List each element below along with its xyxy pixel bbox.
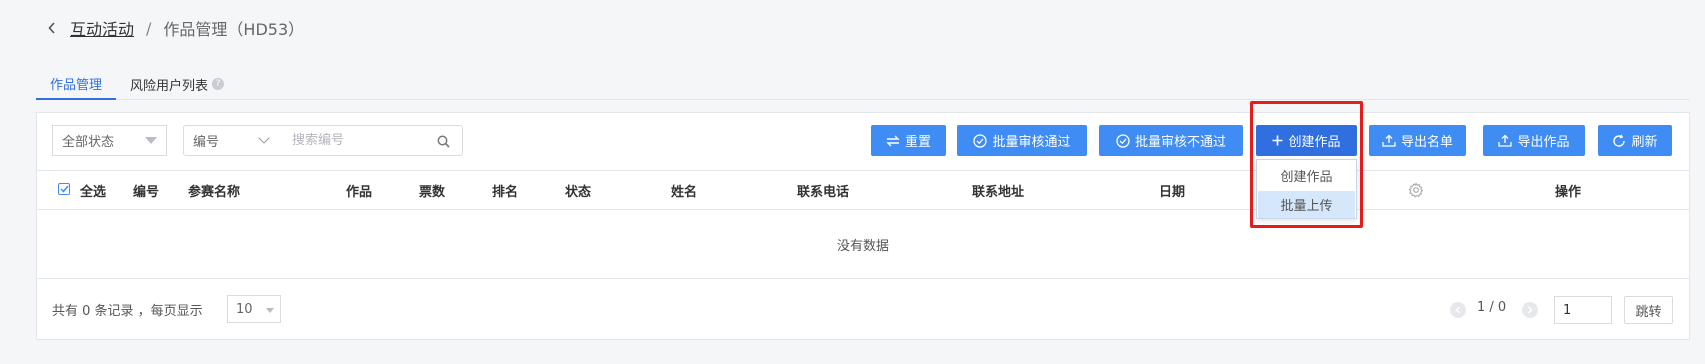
column-header-status: 状态 <box>565 185 592 200</box>
status-select[interactable]: 全部状态 <box>52 125 167 156</box>
breadcrumb-separator: / <box>146 18 152 38</box>
export-list-button[interactable]: 导出名单 <box>1369 125 1466 156</box>
column-header-number: 编号 <box>133 185 160 200</box>
tab-label: 作品管理 <box>50 77 103 93</box>
breadcrumb-current: 作品管理（HD53） <box>163 20 305 39</box>
gear-icon[interactable] <box>1408 182 1424 198</box>
column-header-name: 姓名 <box>671 185 698 200</box>
tab-works-management[interactable]: 作品管理 <box>36 68 117 100</box>
search-field-value: 编号 <box>193 135 220 150</box>
column-header-actions: 操作 <box>1555 185 1582 200</box>
chevron-down-icon <box>258 132 270 144</box>
column-header-work: 作品 <box>346 185 373 200</box>
column-header-entry-name: 参赛名称 <box>188 185 241 200</box>
refresh-button[interactable]: 刷新 <box>1598 125 1672 156</box>
tab-risk-users[interactable]: 风险用户列表 ? <box>116 68 238 100</box>
select-all-checkbox[interactable] <box>58 183 70 195</box>
reset-button-label: 重置 <box>904 135 931 150</box>
batch-reject-button[interactable]: 批量审核不通过 <box>1099 125 1243 156</box>
batch-reject-label: 批量审核不通过 <box>1134 135 1226 150</box>
caret-down-icon <box>266 308 274 313</box>
page-size-value: 10 <box>236 301 253 317</box>
reset-button[interactable]: 重置 <box>871 125 946 156</box>
table-header <box>37 170 1689 210</box>
check-circle-icon <box>1116 133 1130 148</box>
refresh-icon <box>1613 133 1626 147</box>
jump-page-input[interactable] <box>1554 296 1612 324</box>
tab-label: 风险用户列表 <box>130 78 209 94</box>
batch-approve-button[interactable]: 批量审核通过 <box>957 125 1087 156</box>
check-circle-icon <box>973 133 988 148</box>
upload-icon <box>1498 134 1513 147</box>
select-all-label[interactable]: 全选 <box>80 181 106 200</box>
total-records-text: 共有 0 条记录 ，每页显示 <box>52 304 203 319</box>
search-input[interactable] <box>292 133 432 148</box>
page-info: 1 / 0 <box>1477 300 1507 315</box>
search-field-select[interactable]: 编号 <box>183 125 283 156</box>
batch-approve-label: 批量审核通过 <box>992 135 1071 150</box>
column-header-rank: 排名 <box>492 185 519 200</box>
next-page-icon[interactable] <box>1522 302 1538 318</box>
page-size-select[interactable]: 10 <box>227 295 281 323</box>
check-icon <box>59 185 69 193</box>
column-header-date: 日期 <box>1159 185 1186 200</box>
caret-down-icon <box>145 137 157 144</box>
export-list-label: 导出名单 <box>1400 135 1453 150</box>
breadcrumb: 互动活动 / 作品管理（HD53） <box>48 16 304 40</box>
prev-page-icon[interactable] <box>1450 302 1466 318</box>
column-header-phone: 联系电话 <box>797 185 850 200</box>
export-works-label: 导出作品 <box>1517 135 1570 150</box>
tab-bar: 作品管理 风险用户列表 ? <box>36 68 1690 100</box>
status-select-value: 全部状态 <box>62 135 115 150</box>
highlight-box <box>1250 101 1363 228</box>
breadcrumb-parent-link[interactable]: 互动活动 <box>70 16 134 40</box>
jump-button[interactable]: 跳转 <box>1624 296 1673 324</box>
empty-state: 没有数据 <box>37 211 1689 279</box>
column-header-address: 联系地址 <box>972 185 1025 200</box>
upload-icon <box>1382 134 1396 147</box>
swap-icon <box>886 135 900 146</box>
chevron-left-icon[interactable] <box>48 22 58 34</box>
empty-state-text: 没有数据 <box>836 239 889 254</box>
search-box <box>282 125 463 156</box>
search-icon[interactable] <box>437 135 450 148</box>
column-header-votes: 票数 <box>419 185 446 200</box>
jump-button-label: 跳转 <box>1635 304 1662 320</box>
help-icon[interactable]: ? <box>212 78 225 90</box>
refresh-label: 刷新 <box>1631 135 1658 150</box>
export-works-button[interactable]: 导出作品 <box>1483 125 1585 156</box>
